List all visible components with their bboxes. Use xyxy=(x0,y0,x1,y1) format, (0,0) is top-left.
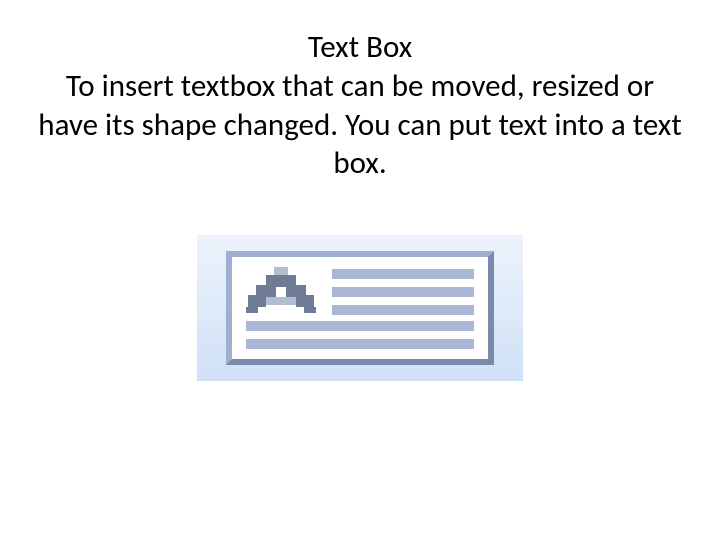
text-line xyxy=(246,339,474,349)
text-line xyxy=(246,321,474,331)
text-line xyxy=(332,305,474,315)
title: Text Box xyxy=(0,28,720,67)
text-line xyxy=(332,287,474,297)
slide-content: Text Box To insert textbox that can be m… xyxy=(0,0,720,381)
description: To insert textbox that can be moved, res… xyxy=(0,67,720,183)
textbox-icon-container xyxy=(197,235,523,381)
textbox-icon xyxy=(226,251,494,365)
text-line xyxy=(332,269,474,279)
letter-a-icon xyxy=(246,267,318,315)
text-lines xyxy=(332,267,474,315)
